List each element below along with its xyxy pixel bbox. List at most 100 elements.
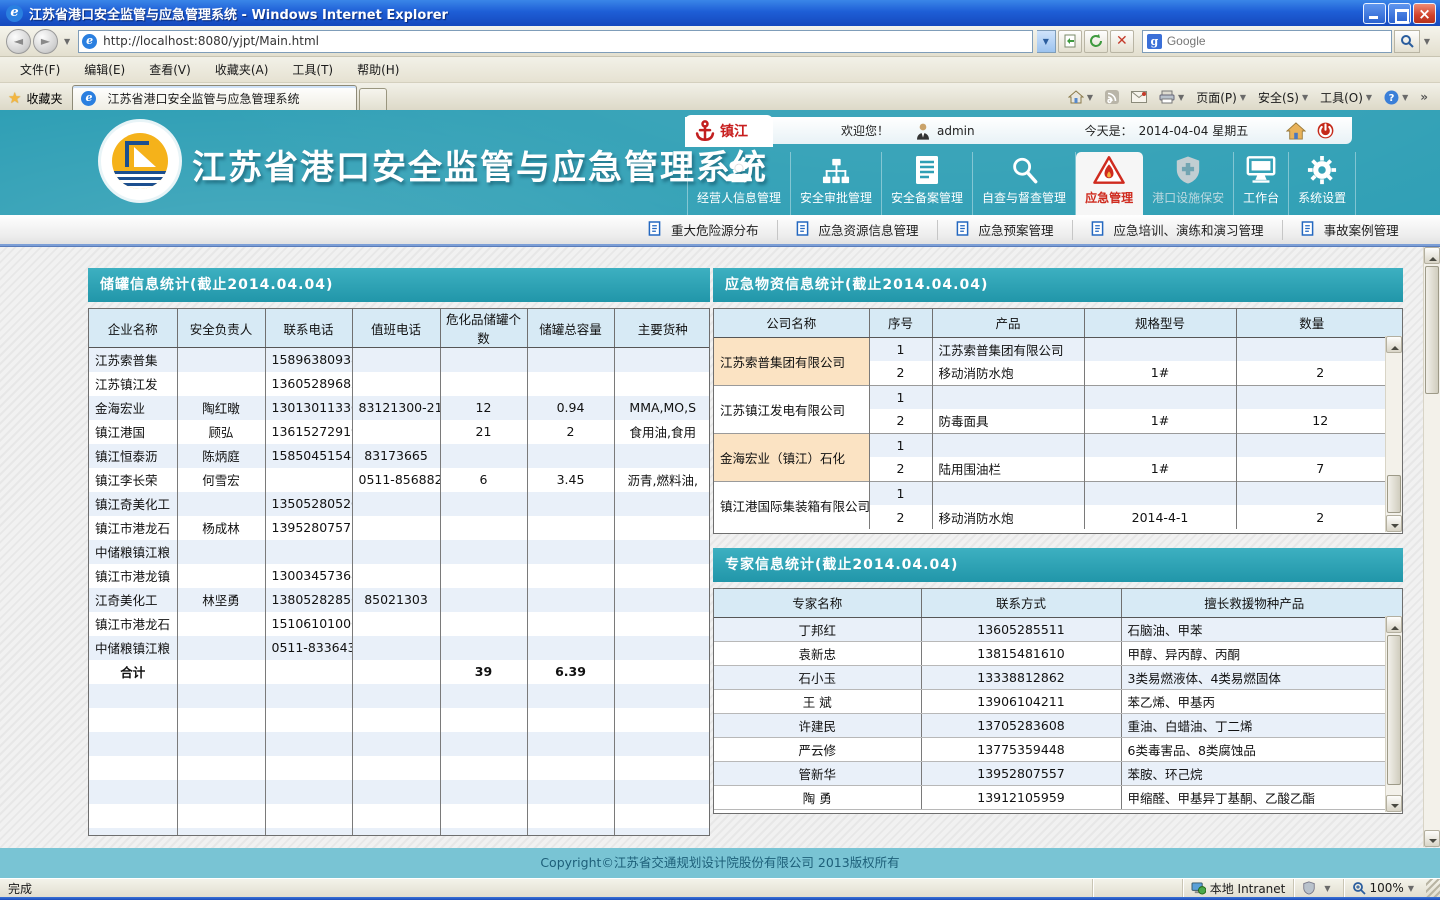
cell: 甲醇、异丙醇、丙酮	[1121, 641, 1403, 665]
security-menu-button[interactable]: 安全(S) ▼	[1252, 86, 1314, 108]
compatibility-view-button[interactable]	[1058, 30, 1082, 53]
url-input[interactable]	[103, 34, 1029, 48]
nav-item[interactable]: 系统设置	[1289, 152, 1356, 215]
table-row	[89, 756, 710, 780]
home-button[interactable]: ▼	[1062, 86, 1099, 108]
print-button[interactable]: ▼	[1153, 86, 1190, 108]
cell	[352, 732, 440, 756]
cell: 2	[869, 457, 932, 481]
search-input[interactable]	[1167, 34, 1387, 48]
cell: 2	[869, 361, 932, 385]
tabs-bar: ★ 收藏夹 e 江苏省港口安全监管与应急管理系统 ▼ ▼ 页面(P)	[0, 83, 1440, 110]
supplies-scrollbar[interactable]	[1385, 336, 1402, 532]
scroll-up-button[interactable]	[1386, 616, 1402, 633]
nav-item[interactable]: 安全审批管理	[791, 152, 882, 215]
nav-item[interactable]: 自查与督查管理	[973, 152, 1076, 215]
search-box[interactable]: g	[1142, 30, 1392, 53]
command-bar: ▼ ▼ 页面(P) ▼ 安全(S) ▼ 工具(O) ▼	[1062, 84, 1440, 110]
refresh-button[interactable]	[1084, 30, 1108, 53]
experts-scrollbar[interactable]	[1385, 616, 1402, 812]
favorites-button[interactable]: ★ 收藏夹	[0, 86, 72, 110]
scroll-up-button[interactable]	[1386, 336, 1402, 353]
scroll-thumb[interactable]	[1387, 635, 1401, 785]
cell	[89, 780, 177, 804]
back-button[interactable]: ◄	[6, 29, 31, 54]
cell: 陶红暾	[177, 396, 265, 420]
subnav-item[interactable]: 重大危险源分布	[630, 220, 778, 240]
menu-item[interactable]: 工具(T)	[280, 57, 345, 82]
cell	[527, 804, 614, 828]
cell: 石小玉	[714, 665, 921, 689]
minimize-button[interactable]	[1363, 3, 1386, 24]
search-go-button[interactable]	[1394, 30, 1420, 53]
menu-item[interactable]: 收藏夹(A)	[203, 57, 281, 82]
history-dropdown-icon[interactable]: ▼	[60, 37, 74, 46]
protected-mode-dropdown-icon: ▼	[1320, 884, 1334, 893]
menu-item[interactable]: 查看(V)	[137, 57, 203, 82]
page-menu-button[interactable]: 页面(P) ▼	[1190, 86, 1252, 108]
tab-title: 江苏省港口安全监管与应急管理系统	[107, 90, 299, 107]
cell	[89, 756, 177, 780]
favorites-label: 收藏夹	[26, 90, 62, 107]
column-header: 值班电话	[352, 309, 440, 348]
subnav-item[interactable]: 事故案例管理	[1283, 220, 1417, 240]
cell	[614, 684, 710, 708]
title-bar: e 江苏省港口安全监管与应急管理系统 - Windows Internet Ex…	[0, 0, 1440, 26]
url-box[interactable]: e	[78, 30, 1033, 53]
scroll-thumb[interactable]	[1425, 266, 1439, 394]
nav-item[interactable]: 工作台	[1234, 152, 1289, 215]
subnav-item[interactable]: 应急预案管理	[938, 220, 1073, 240]
logout-button[interactable]	[1316, 121, 1335, 140]
help-button[interactable]: ? ▼	[1378, 86, 1414, 108]
power-icon	[1316, 121, 1335, 140]
menu-item[interactable]: 文件(F)	[8, 57, 72, 82]
favorites-star-icon: ★	[8, 89, 21, 107]
table-row	[89, 708, 710, 732]
table-row: 镇江市港龙石15106101006	[89, 612, 710, 636]
shield-icon	[1174, 155, 1202, 185]
forward-button[interactable]: ►	[33, 29, 58, 54]
zoom-control[interactable]: 100% ▼	[1343, 879, 1426, 897]
scroll-down-button[interactable]	[1386, 515, 1402, 532]
cell: 13013011330	[265, 396, 352, 420]
home-shortcut-button[interactable]	[1286, 122, 1306, 140]
read-mail-button[interactable]	[1125, 86, 1153, 108]
subnav-item[interactable]: 应急培训、演练和演习管理	[1073, 220, 1283, 240]
menu-item[interactable]: 帮助(H)	[345, 57, 411, 82]
cell	[614, 780, 710, 804]
scroll-thumb[interactable]	[1387, 475, 1401, 513]
cell	[527, 492, 614, 516]
scroll-up-button[interactable]	[1424, 247, 1440, 264]
subnav-item-label: 应急预案管理	[979, 220, 1054, 239]
company-cell: 镇江港国际集装箱有限公司	[714, 481, 869, 529]
feeds-button[interactable]	[1099, 86, 1125, 108]
cell	[352, 516, 440, 540]
maximize-button[interactable]	[1388, 3, 1411, 24]
url-dropdown-button[interactable]: ▼	[1037, 30, 1056, 53]
nav-item[interactable]: 经营人信息管理	[687, 152, 791, 215]
nav-item[interactable]: 应急管理	[1076, 152, 1143, 215]
scroll-down-button[interactable]	[1424, 830, 1440, 847]
home-dropdown-icon[interactable]: ▼	[1084, 93, 1093, 102]
stop-button[interactable]: ✕	[1110, 30, 1134, 53]
cell	[527, 348, 614, 372]
close-button[interactable]	[1413, 3, 1436, 24]
new-tab-button[interactable]	[359, 88, 387, 110]
nav-item-label: 自查与督查管理	[982, 189, 1066, 206]
search-options-dropdown-icon[interactable]: ▼	[1420, 37, 1434, 46]
scroll-down-button[interactable]	[1386, 795, 1402, 812]
tools-menu-button[interactable]: 工具(O) ▼	[1314, 86, 1378, 108]
nav-item[interactable]: 港口设施保安	[1143, 152, 1234, 215]
menu-item[interactable]: 编辑(E)	[72, 57, 137, 82]
subnav-item[interactable]: 应急资源信息管理	[778, 220, 938, 240]
overflow-chevron-button[interactable]: »	[1414, 86, 1434, 108]
print-dropdown-icon[interactable]: ▼	[1175, 93, 1184, 102]
orgchart-icon	[821, 156, 851, 185]
nav-item[interactable]: 安全备案管理	[882, 152, 973, 215]
cell: 1	[869, 385, 932, 409]
resize-grip[interactable]	[1426, 879, 1440, 897]
page-scrollbar[interactable]	[1423, 247, 1440, 847]
protected-mode-button[interactable]: ▼	[1293, 879, 1342, 897]
tab-active[interactable]: e 江苏省港口安全监管与应急管理系统	[72, 85, 357, 110]
nav-item-label: 应急管理	[1085, 189, 1133, 206]
